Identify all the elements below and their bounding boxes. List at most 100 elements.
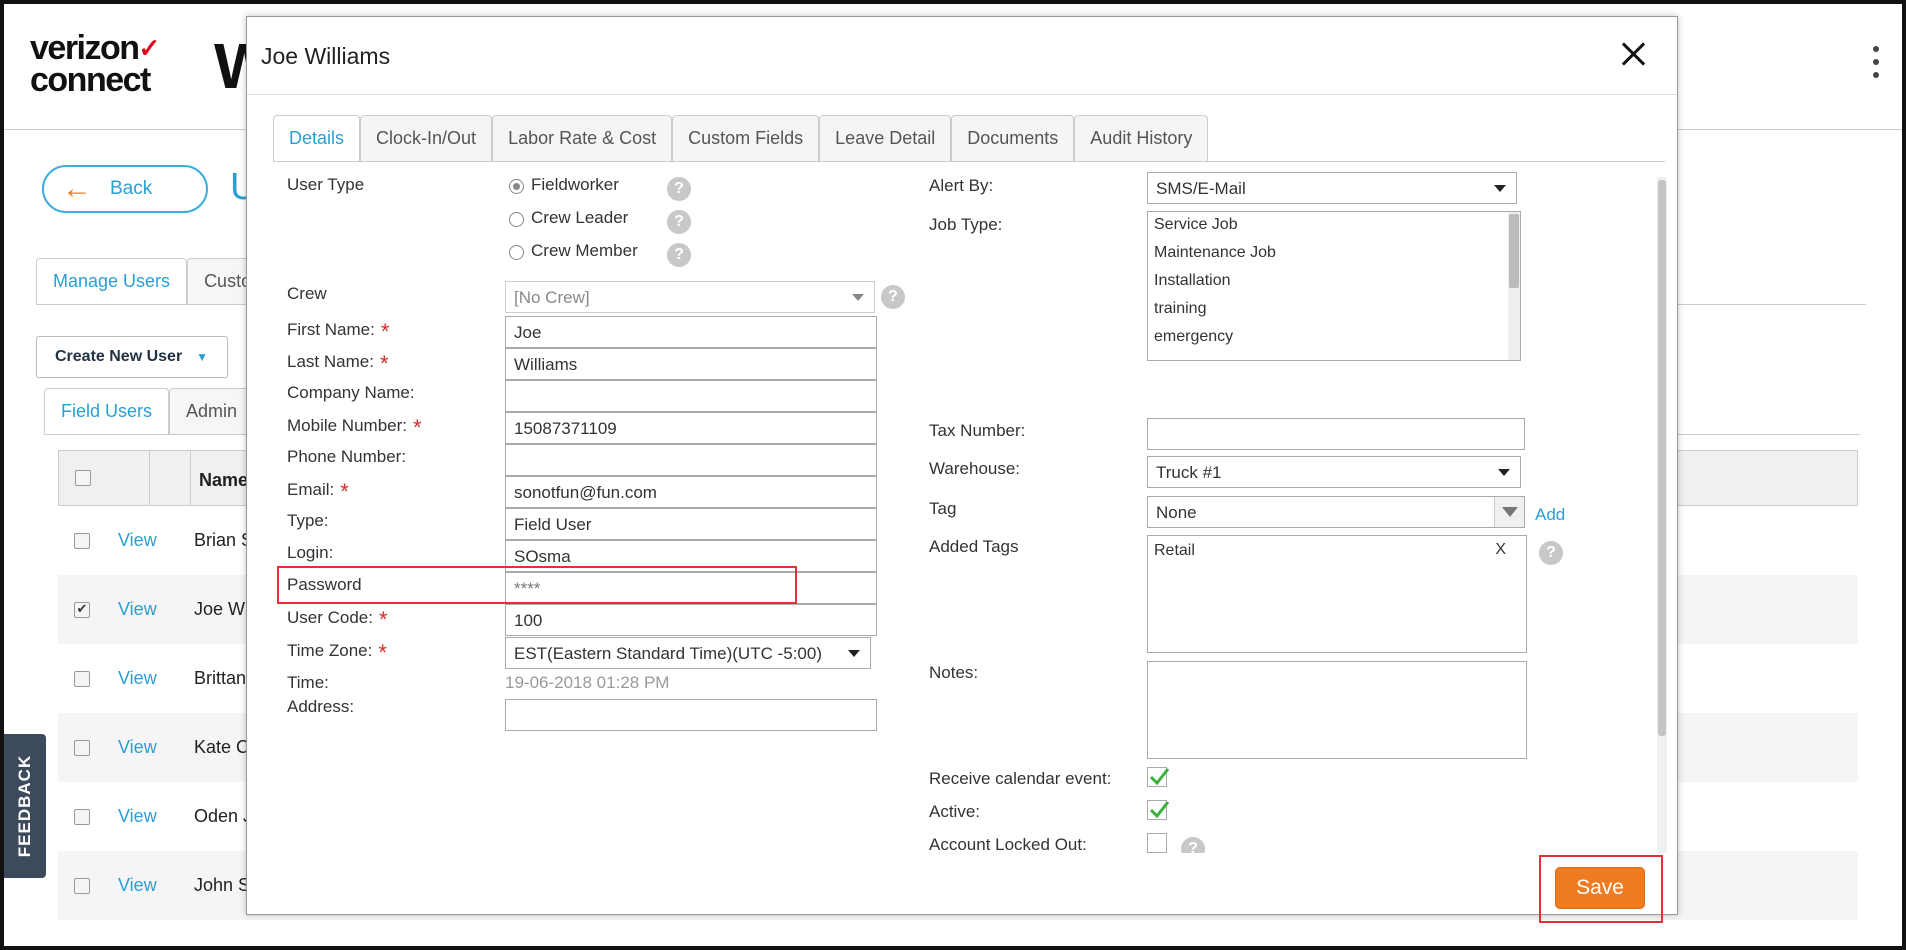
tab-labor-rate-cost[interactable]: Labor Rate & Cost: [492, 115, 673, 161]
login-input[interactable]: SOsma: [505, 540, 877, 572]
job-type-listbox[interactable]: Service Job Maintenance Job Installation…: [1147, 211, 1521, 361]
radio-fieldworker-label[interactable]: Fieldworker: [531, 175, 619, 195]
tag-label: Tag: [929, 499, 957, 518]
tab-clock-in-out[interactable]: Clock-In/Out: [360, 115, 493, 161]
time-zone-select[interactable]: EST(Eastern Standard Time)(UTC -5:00): [505, 637, 871, 669]
feedback-tab[interactable]: FEEDBACK: [4, 734, 46, 878]
type-label: Type:: [287, 511, 329, 530]
radio-crew-leader[interactable]: [509, 212, 524, 227]
checkmark-icon: [1149, 801, 1169, 819]
tab-manage-users[interactable]: Manage Users: [36, 258, 188, 304]
mobile-number-label: Mobile Number: *: [287, 415, 422, 440]
phone-number-input[interactable]: [505, 444, 877, 476]
help-icon[interactable]: ?: [667, 177, 691, 201]
address-input[interactable]: [505, 699, 877, 731]
alert-by-select[interactable]: SMS/E-Mail: [1147, 172, 1517, 204]
row-checkbox[interactable]: [74, 739, 90, 756]
active-label: Active:: [929, 802, 981, 821]
view-link[interactable]: View: [118, 530, 194, 551]
last-name-input[interactable]: Williams: [505, 348, 877, 380]
view-link[interactable]: View: [118, 599, 194, 620]
row-checkbox[interactable]: [74, 877, 90, 894]
save-button[interactable]: Save: [1555, 867, 1645, 909]
chevron-down-icon: [1494, 185, 1506, 192]
mobile-number-input[interactable]: 15087371109: [505, 412, 877, 444]
row-checkbox[interactable]: ✔: [74, 601, 90, 618]
add-tag-link[interactable]: Add: [1535, 505, 1565, 525]
modal-tabs: Details Clock-In/Out Labor Rate & Cost C…: [273, 115, 1209, 162]
user-name: John S: [194, 875, 251, 895]
listbox-scrollbar-thumb[interactable]: [1509, 214, 1519, 288]
tab-audit-history[interactable]: Audit History: [1074, 115, 1209, 161]
active-checkbox[interactable]: [1147, 800, 1169, 820]
account-locked-label: Account Locked Out:: [929, 835, 1087, 853]
checkmark-icon: [1149, 768, 1169, 786]
radio-fieldworker[interactable]: [509, 179, 524, 194]
job-type-label: Job Type:: [929, 215, 1003, 234]
account-locked-checkbox[interactable]: [1147, 833, 1167, 853]
email-label: Email: *: [287, 479, 349, 504]
first-name-input[interactable]: Joe: [505, 316, 877, 348]
tab-field-users[interactable]: Field Users: [44, 388, 170, 434]
row-checkbox[interactable]: [74, 670, 90, 687]
remove-tag-button[interactable]: X: [1495, 541, 1506, 559]
chevron-down-icon: [1498, 469, 1510, 476]
receive-calendar-checkbox[interactable]: [1147, 767, 1169, 787]
warehouse-select[interactable]: Truck #1: [1147, 456, 1521, 488]
user-details-modal: Joe Williams Details Clock-In/Out Labor …: [246, 16, 1678, 923]
address-label: Address:: [287, 697, 355, 716]
user-type-tabs: Field Users Admin: [44, 388, 255, 434]
help-icon[interactable]: ?: [667, 243, 691, 267]
tab-admin[interactable]: Admin: [169, 388, 255, 434]
caret-down-icon: ▼: [196, 350, 209, 364]
create-new-user-button[interactable]: Create New User ▼: [36, 336, 228, 378]
notes-textarea[interactable]: [1147, 661, 1527, 759]
view-link[interactable]: View: [118, 737, 194, 758]
list-item[interactable]: Installation: [1148, 268, 1520, 296]
user-name: Oden J: [194, 806, 253, 826]
tab-custom-fields[interactable]: Custom Fields: [672, 115, 820, 161]
email-input[interactable]: sonotfun@fun.com: [505, 476, 877, 508]
chevron-down-icon[interactable]: [1494, 497, 1524, 527]
select-all-checkbox[interactable]: [75, 470, 91, 486]
view-link[interactable]: View: [118, 875, 194, 896]
list-item[interactable]: Service Job: [1148, 212, 1520, 240]
tax-number-input[interactable]: [1147, 418, 1525, 450]
user-code-label: User Code: *: [287, 607, 388, 632]
tag-select[interactable]: None: [1147, 496, 1525, 528]
chevron-down-icon: [852, 294, 864, 301]
user-name: Kate C: [194, 737, 250, 757]
list-item[interactable]: training: [1148, 296, 1520, 324]
close-icon[interactable]: [1619, 39, 1649, 69]
tab-details[interactable]: Details: [273, 115, 361, 162]
type-input[interactable]: Field User: [505, 508, 877, 540]
list-item[interactable]: Maintenance Job: [1148, 240, 1520, 268]
tabs-divider: [273, 161, 1665, 162]
password-label: Password: [287, 575, 362, 594]
crew-select[interactable]: [No Crew]: [505, 281, 875, 313]
back-button[interactable]: ← Back: [42, 165, 208, 213]
list-item[interactable]: emergency: [1148, 324, 1520, 352]
more-menu-icon[interactable]: [1872, 46, 1880, 86]
time-zone-label: Time Zone: *: [287, 640, 387, 665]
help-icon[interactable]: ?: [1539, 541, 1563, 565]
help-icon[interactable]: ?: [881, 285, 905, 309]
user-code-input[interactable]: 100: [505, 604, 877, 636]
phone-number-label: Phone Number:: [287, 447, 407, 466]
modal-header: Joe Williams: [247, 17, 1677, 95]
tab-leave-detail[interactable]: Leave Detail: [819, 115, 952, 161]
password-input[interactable]: ****: [505, 572, 877, 604]
radio-crew-member-label[interactable]: Crew Member: [531, 241, 638, 261]
help-icon[interactable]: ?: [1181, 837, 1205, 853]
view-link[interactable]: View: [118, 806, 194, 827]
row-checkbox[interactable]: [74, 532, 90, 549]
company-name-input[interactable]: [505, 380, 877, 412]
radio-crew-member[interactable]: [509, 245, 524, 260]
tab-documents[interactable]: Documents: [951, 115, 1075, 161]
added-tags-box: Retail X: [1147, 535, 1527, 653]
view-link[interactable]: View: [118, 668, 194, 689]
help-icon[interactable]: ?: [667, 210, 691, 234]
radio-crew-leader-label[interactable]: Crew Leader: [531, 208, 628, 228]
row-checkbox[interactable]: [74, 808, 90, 825]
verizon-connect-logo: verizon✓ connect: [30, 29, 160, 99]
